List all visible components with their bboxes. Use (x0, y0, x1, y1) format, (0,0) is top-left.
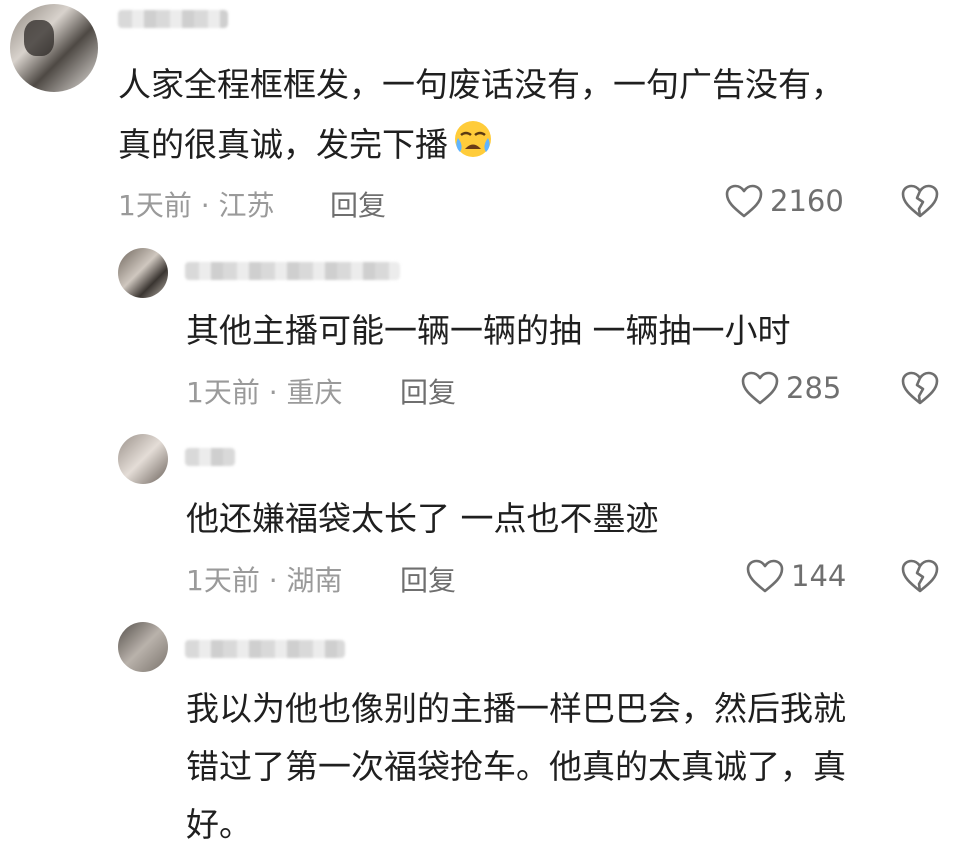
avatar[interactable] (118, 434, 168, 484)
broken-heart-icon (900, 558, 940, 594)
like-count: 2160 (770, 184, 844, 218)
username-blurred[interactable] (185, 262, 400, 280)
comment-text: 真的很真诚，发完下播 (118, 125, 448, 164)
username-blurred[interactable] (118, 10, 228, 28)
avatar[interactable] (10, 4, 98, 92)
comment-meta: 1天前 · 江苏 (118, 184, 275, 224)
broken-heart-icon (900, 370, 940, 406)
dislike-button[interactable] (900, 370, 940, 406)
crying-face-icon (450, 118, 496, 176)
reply-button[interactable]: 回复 (400, 559, 456, 599)
heart-icon (745, 558, 785, 594)
comment-text-line: 人家全程框框发，一句废话没有，一句广告没有， (118, 65, 844, 104)
dislike-button[interactable] (900, 183, 940, 219)
comment-location: 湖南 (286, 564, 343, 597)
heart-icon (724, 183, 764, 219)
username-blurred[interactable] (185, 448, 235, 466)
dislike-button[interactable] (900, 558, 940, 594)
comment-location: 江苏 (218, 189, 275, 222)
comment-location: 重庆 (286, 376, 343, 409)
username-blurred[interactable] (185, 640, 345, 658)
meta-separator: · (200, 189, 210, 222)
heart-icon (740, 370, 780, 406)
comment-text-line: 好。 (186, 805, 252, 844)
comment-time: 1天前 (186, 376, 260, 409)
like-count: 285 (786, 371, 842, 405)
meta-separator: · (268, 376, 278, 409)
comment-time: 1天前 (186, 564, 260, 597)
comment-text-line: 其他主播可能一辆一辆的抽 一辆抽一小时 (186, 311, 791, 350)
comment-meta: 1天前 · 重庆 (186, 371, 343, 411)
comment-text-line: 他还嫌福袋太长了 一点也不墨迹 (186, 499, 659, 538)
like-button[interactable]: 285 (740, 370, 841, 406)
avatar[interactable] (118, 622, 168, 672)
like-button[interactable]: 144 (745, 558, 846, 594)
comment-text-line: 真的很真诚，发完下播 (118, 116, 496, 176)
like-button[interactable]: 2160 (724, 183, 844, 219)
reply-button[interactable]: 回复 (400, 371, 456, 411)
comment-meta: 1天前 · 湖南 (186, 559, 343, 599)
like-count: 144 (791, 559, 847, 593)
avatar[interactable] (118, 248, 168, 298)
comment-text-line: 我以为他也像别的主播一样巴巴会，然后我就 (186, 689, 846, 728)
comment-text-line: 错过了第一次福袋抢车。他真的太真诚了，真 (186, 747, 846, 786)
broken-heart-icon (900, 183, 940, 219)
reply-button[interactable]: 回复 (330, 184, 386, 224)
meta-separator: · (268, 564, 278, 597)
comment-time: 1天前 (118, 189, 192, 222)
